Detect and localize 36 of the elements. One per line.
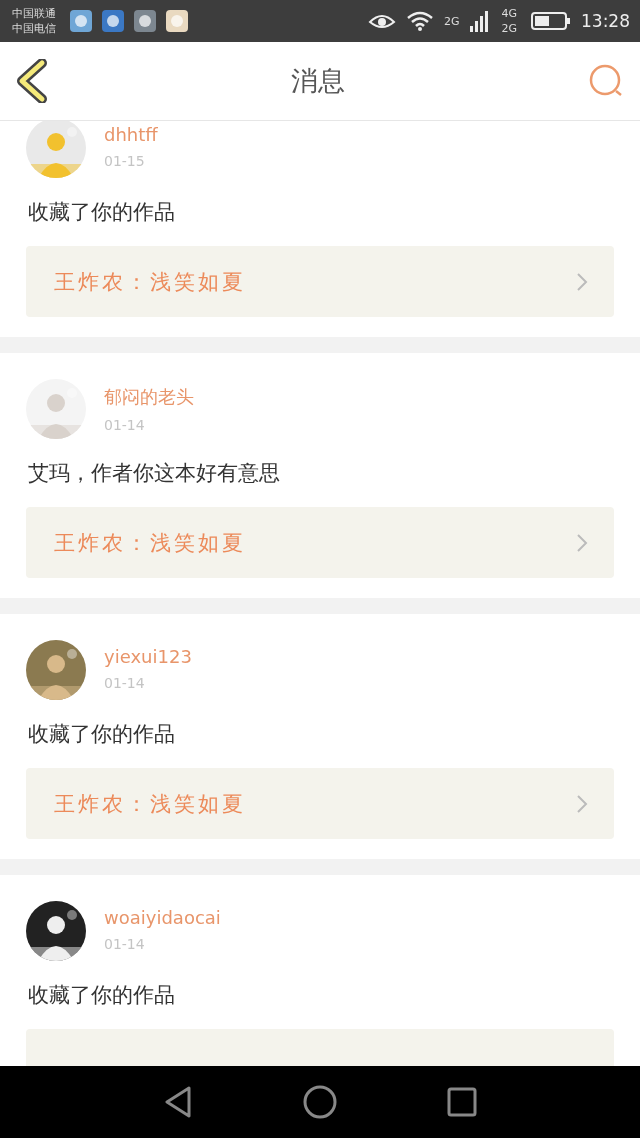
network-label: 2G (501, 21, 517, 36)
chevron-icon (576, 271, 588, 292)
message-date: 01-14 (104, 417, 146, 433)
message-text: 收藏了你的作品 (28, 721, 176, 748)
app-icon (102, 10, 124, 32)
message-date: 01-15 (104, 153, 146, 169)
battery-icon (531, 11, 571, 31)
page-title: 消息 (291, 64, 345, 98)
work-link[interactable]: 王炸农：浅笑如夏 (26, 246, 614, 317)
work-link[interactable]: 王炸农：浅笑如夏 (26, 507, 614, 578)
wifi-icon (405, 10, 434, 32)
back-nav-icon[interactable] (163, 1086, 193, 1118)
carrier-name: 中国联通 (12, 6, 56, 21)
user-name[interactable]: yiexui123 (104, 646, 192, 667)
message-text: 收藏了你的作品 (28, 199, 176, 226)
chevron-icon (576, 532, 588, 553)
recents-nav-icon[interactable] (447, 1087, 477, 1117)
network-label: 4G (501, 6, 517, 21)
network-label: 2G (443, 14, 460, 28)
clock-time: 13:28 (581, 11, 630, 31)
app-icon (70, 10, 92, 32)
message-text: 艾玛，作者你这本好有意思 (28, 460, 281, 487)
work-link[interactable]: 王炸农：浅笑如夏 (26, 768, 614, 839)
user-name[interactable]: dhhtff (104, 124, 158, 145)
home-nav-icon[interactable] (303, 1085, 337, 1119)
message-date: 01-14 (104, 936, 146, 952)
user-name[interactable]: 郁闷的老头 (104, 385, 194, 409)
eye-icon (367, 12, 396, 30)
message-date: 01-14 (104, 675, 146, 691)
carrier-name: 中国电信 (12, 21, 56, 36)
app-icon (166, 10, 188, 32)
app-icon (134, 10, 156, 32)
message-text: 收藏了你的作品 (28, 982, 176, 1009)
chevron-icon (576, 793, 588, 814)
back-icon[interactable] (16, 59, 48, 103)
user-name[interactable]: woaiyidaocai (104, 907, 221, 928)
